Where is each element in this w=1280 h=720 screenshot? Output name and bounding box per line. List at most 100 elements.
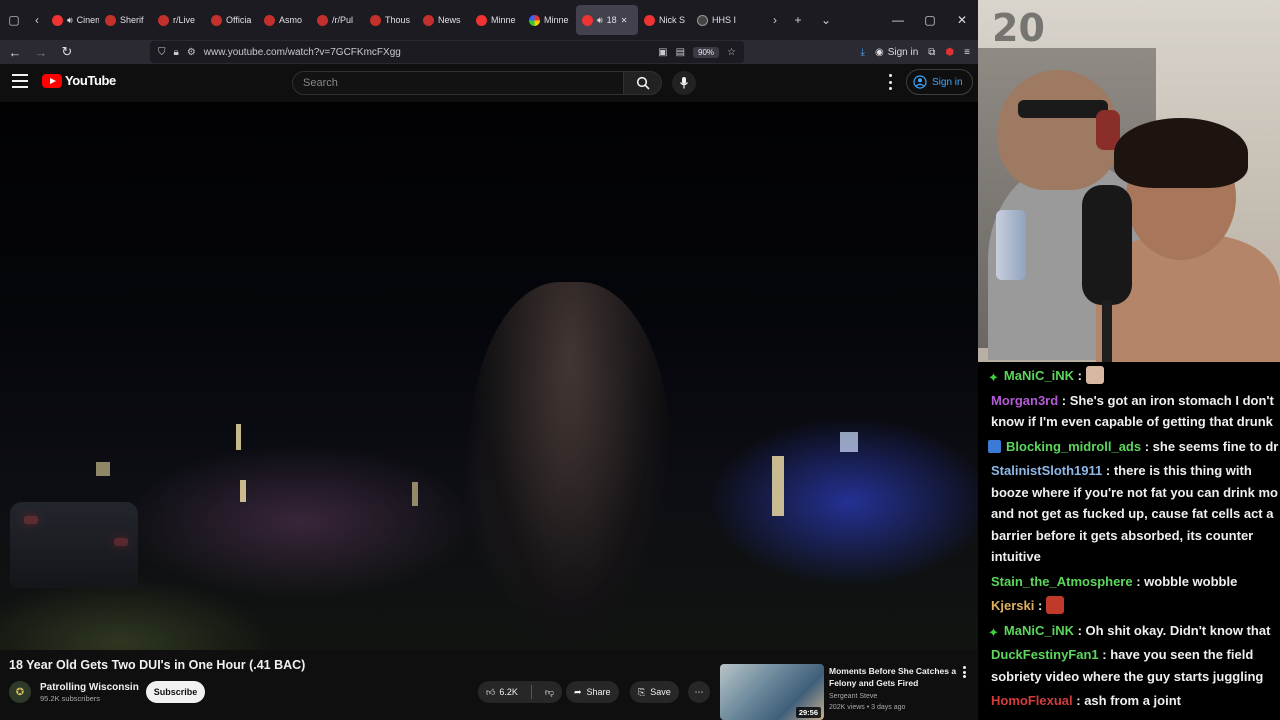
subscribe-button[interactable]: Subscribe: [146, 681, 205, 703]
tab-label: Minne: [491, 15, 516, 25]
green-diamond-badge-icon: ✦: [988, 370, 999, 385]
chat-message: Blocking_midroll_ads : she seems fine to…: [988, 436, 1280, 458]
save-button[interactable]: ⎘ Save: [630, 681, 679, 703]
chat-username[interactable]: MaNiC_iNK: [1004, 623, 1074, 638]
chat-text: wobble wobble: [1144, 573, 1238, 589]
chat-separator: :: [1073, 368, 1086, 383]
tab-favicon-icon: [529, 14, 540, 26]
forward-icon[interactable]: →: [28, 41, 54, 63]
bookmark-star-icon[interactable]: ☆: [727, 47, 736, 58]
recommended-thumbnail[interactable]: 29:56: [720, 664, 824, 720]
youtube-signin-button[interactable]: Sign in: [906, 69, 973, 95]
tab-label: Asmo: [279, 15, 303, 25]
tab-scroll-right-icon[interactable]: ›: [766, 6, 784, 34]
back-icon[interactable]: ←: [2, 41, 28, 63]
browser-tab[interactable]: Thous: [364, 5, 417, 35]
video-player[interactable]: [0, 102, 978, 650]
overlay-number: 20: [992, 6, 1045, 50]
browser-tab[interactable]: HHS I: [691, 5, 744, 35]
chat-text: she seems fine to dr: [1152, 438, 1279, 454]
browser-tab[interactable]: Officia: [205, 5, 258, 35]
download-icon[interactable]: ⤓: [861, 47, 865, 58]
ublock-icon[interactable]: ⬢: [945, 47, 954, 58]
minimize-icon[interactable]: —: [882, 0, 914, 40]
tab-list-chevron-icon[interactable]: ⌄: [812, 6, 840, 34]
menu-icon[interactable]: ≡: [964, 47, 970, 58]
search-input[interactable]: Search: [292, 71, 624, 95]
browser-tab[interactable]: /r/Pul: [311, 5, 364, 35]
reader-view-icon[interactable]: ▤: [676, 47, 685, 58]
share-button[interactable]: ➦ Share: [566, 681, 619, 703]
share-arrow-icon: ➦: [574, 686, 582, 697]
chat-username[interactable]: Morgan3rd: [991, 393, 1058, 408]
picture-in-picture-icon[interactable]: ▣: [658, 47, 667, 58]
browser-tab[interactable]: 🔊︎ 18 ✕: [576, 5, 638, 35]
url-text[interactable]: www.youtube.com/watch?v=7GCFKmcFXgg: [204, 47, 650, 58]
tab-overview-icon[interactable]: ▢: [0, 6, 28, 34]
extensions-icon[interactable]: ⧉: [928, 47, 935, 58]
chat-username[interactable]: Kjerski: [991, 598, 1034, 613]
streamer-hair: [1114, 118, 1248, 188]
tab-audio-icon[interactable]: 🔊︎: [597, 15, 603, 26]
parked-car: [10, 502, 138, 588]
settings-kebab-icon[interactable]: [884, 74, 896, 90]
chat-separator: :: [1102, 463, 1114, 478]
chat-username[interactable]: StalinistSloth1911: [991, 463, 1102, 478]
channel-name[interactable]: Patrolling Wisconsin: [40, 682, 139, 693]
reload-icon[interactable]: ↻: [54, 41, 80, 63]
tab-scroll-left-icon[interactable]: ‹: [28, 6, 46, 34]
chat-message: DuckFestinyFan1 : have you seen the fiel…: [988, 644, 1280, 687]
youtube-wordmark: YouTube: [65, 73, 116, 88]
browser-tab[interactable]: Nick S: [638, 5, 691, 35]
maximize-icon[interactable]: ▢: [914, 0, 946, 40]
tab-favicon-icon: [370, 14, 381, 26]
tab-label: Officia: [226, 15, 252, 25]
more-actions-button[interactable]: ⋯: [688, 681, 710, 703]
channel-avatar[interactable]: ✪: [9, 681, 31, 703]
chat-username[interactable]: DuckFestinyFan1: [991, 647, 1099, 662]
chat-separator: :: [1141, 438, 1153, 454]
like-count: 6.2K: [499, 687, 518, 697]
recommended-menu-icon[interactable]: [963, 666, 967, 678]
tab-strip: ▢ ‹ 🔊︎ Cinem Sherif r/Live Officia Asmo/r/Pul…: [0, 0, 978, 40]
voice-search-button[interactable]: [672, 71, 696, 95]
account-icon: ◉: [874, 46, 884, 58]
tab-list: 🔊︎ Cinem Sherif r/Live Officia Asmo/r/Pul Thou…: [46, 5, 766, 35]
search-button[interactable]: [624, 71, 662, 95]
lock-icon[interactable]: 🔒︎: [174, 47, 179, 58]
share-group: ➦ Share: [566, 681, 619, 703]
lit-window: [240, 480, 246, 502]
address-bar[interactable]: ⛉ 🔒︎ ⚙ www.youtube.com/watch?v=7GCFKmcFX…: [150, 41, 744, 63]
zoom-level[interactable]: 90%: [693, 46, 720, 58]
permissions-icon[interactable]: ⚙: [187, 47, 196, 58]
chat-username[interactable]: HomoFlexual: [991, 693, 1073, 708]
chat-separator: :: [1073, 622, 1086, 638]
account-button[interactable]: ◉ Sign in: [875, 47, 918, 58]
new-tab-icon[interactable]: +: [784, 6, 812, 34]
browser-tab[interactable]: Sherif: [99, 5, 152, 35]
chat-username[interactable]: MaNiC_iNK: [1004, 368, 1074, 383]
browser-tab[interactable]: Minne: [470, 5, 523, 35]
tab-close-icon[interactable]: ✕: [621, 16, 628, 25]
guide-menu-icon[interactable]: [12, 74, 28, 88]
recommended-video[interactable]: 29:56 Moments Before She Catches a Felon…: [720, 664, 978, 720]
tab-audio-icon[interactable]: 🔊︎: [67, 15, 73, 26]
search-icon: [636, 76, 650, 90]
browser-tab[interactable]: r/Live: [152, 5, 205, 35]
browser-tab[interactable]: 🔊︎ Cinem: [46, 5, 99, 35]
chat-username[interactable]: Blocking_midroll_ads: [1006, 439, 1141, 454]
browser-tab[interactable]: Minne: [523, 5, 576, 35]
dislike-button[interactable]: 👎︎: [537, 681, 562, 703]
chat-username[interactable]: Stain_the_Atmosphere: [991, 574, 1133, 589]
browser-tab[interactable]: Asmo: [258, 5, 311, 35]
microphone-stand: [1102, 300, 1112, 362]
browser-tab[interactable]: News: [417, 5, 470, 35]
recommended-title[interactable]: Moments Before She Catches a Felony and …: [829, 665, 961, 689]
youtube-logo[interactable]: YouTube: [42, 73, 116, 88]
lit-window: [412, 482, 418, 506]
like-button[interactable]: 👍︎ 6.2K: [478, 681, 526, 703]
chat-separator: :: [1132, 573, 1145, 589]
close-window-icon[interactable]: ✕: [946, 0, 978, 40]
tab-favicon-icon: [476, 14, 487, 26]
shield-icon[interactable]: ⛉: [158, 47, 166, 58]
